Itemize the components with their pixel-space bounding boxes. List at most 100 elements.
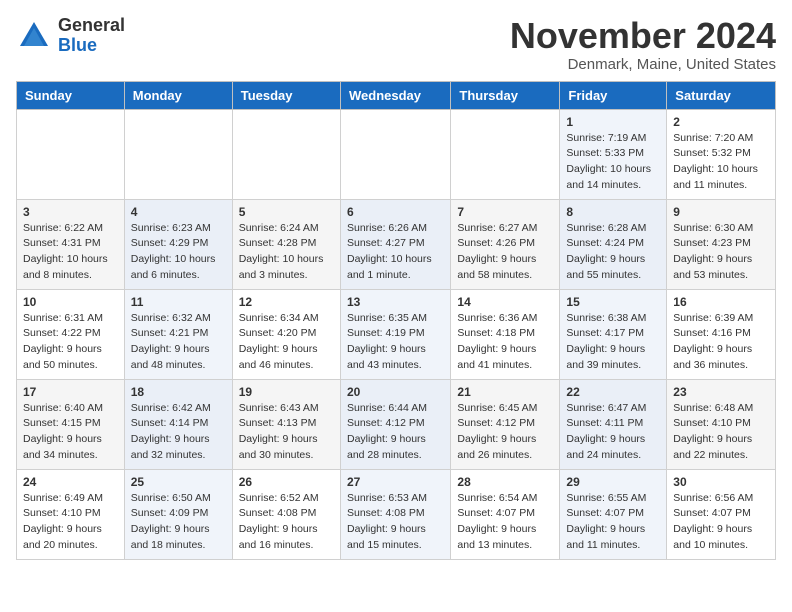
weekday-header-wednesday: Wednesday bbox=[340, 81, 450, 109]
logo-blue-text: Blue bbox=[58, 35, 97, 55]
day-info: Sunrise: 6:56 AM Sunset: 4:07 PM Dayligh… bbox=[673, 492, 753, 551]
logo-icon bbox=[16, 18, 52, 54]
day-info: Sunrise: 6:23 AM Sunset: 4:29 PM Dayligh… bbox=[131, 222, 216, 281]
day-number: 30 bbox=[673, 475, 769, 489]
day-number: 5 bbox=[239, 205, 334, 219]
day-number: 1 bbox=[566, 115, 660, 129]
day-number: 2 bbox=[673, 115, 769, 129]
day-info: Sunrise: 6:30 AM Sunset: 4:23 PM Dayligh… bbox=[673, 222, 753, 281]
week-row-3: 10Sunrise: 6:31 AM Sunset: 4:22 PM Dayli… bbox=[17, 289, 776, 379]
week-row-2: 3 Sunrise: 6:22 AM Sunset: 4:31 PM Daylig… bbox=[17, 199, 776, 289]
week-row-5: 24 Sunrise: 6:49 AM Sunset: 4:10 PM Dayli… bbox=[17, 469, 776, 559]
day-info: Sunrise: 7:20 AM Sunset: 5:32 PM Dayligh… bbox=[673, 132, 758, 191]
day-info: Sunrise: 6:53 AM Sunset: 4:08 PM Dayligh… bbox=[347, 492, 427, 551]
day-number: 26 bbox=[239, 475, 334, 489]
calendar-cell bbox=[451, 109, 560, 199]
calendar-cell: 12Sunrise: 6:34 AM Sunset: 4:20 PM Dayli… bbox=[232, 289, 340, 379]
day-number: 17 bbox=[23, 385, 118, 399]
day-info: Sunrise: 6:54 AM Sunset: 4:07 PM Dayligh… bbox=[457, 492, 537, 551]
day-info: Sunrise: 6:32 AM Sunset: 4:21 PM Dayligh… bbox=[131, 312, 211, 371]
day-number: 27 bbox=[347, 475, 444, 489]
calendar-cell: 20Sunrise: 6:44 AM Sunset: 4:12 PM Dayli… bbox=[340, 379, 450, 469]
calendar-cell: 18 Sunrise: 6:42 AM Sunset: 4:14 PM Dayli… bbox=[124, 379, 232, 469]
day-info: Sunrise: 6:28 AM Sunset: 4:24 PM Dayligh… bbox=[566, 222, 646, 281]
weekday-header-saturday: Saturday bbox=[667, 81, 776, 109]
weekday-header-tuesday: Tuesday bbox=[232, 81, 340, 109]
day-number: 7 bbox=[457, 205, 553, 219]
calendar-cell: 15Sunrise: 6:38 AM Sunset: 4:17 PM Dayli… bbox=[560, 289, 667, 379]
day-number: 14 bbox=[457, 295, 553, 309]
day-number: 8 bbox=[566, 205, 660, 219]
title-block: November 2024 Denmark, Maine, United Sta… bbox=[510, 16, 776, 73]
day-info: Sunrise: 6:35 AM Sunset: 4:19 PM Dayligh… bbox=[347, 312, 427, 371]
day-number: 21 bbox=[457, 385, 553, 399]
day-info: Sunrise: 6:48 AM Sunset: 4:10 PM Dayligh… bbox=[673, 402, 753, 461]
day-number: 11 bbox=[131, 295, 226, 309]
calendar-cell: 6Sunrise: 6:26 AM Sunset: 4:27 PM Daylig… bbox=[340, 199, 450, 289]
logo: General Blue bbox=[16, 16, 125, 56]
day-number: 12 bbox=[239, 295, 334, 309]
day-info: Sunrise: 6:38 AM Sunset: 4:17 PM Dayligh… bbox=[566, 312, 646, 371]
day-number: 9 bbox=[673, 205, 769, 219]
calendar-cell: 17Sunrise: 6:40 AM Sunset: 4:15 PM Dayli… bbox=[17, 379, 125, 469]
day-number: 18 bbox=[131, 385, 226, 399]
calendar-cell: 8 Sunrise: 6:28 AM Sunset: 4:24 PM Daylig… bbox=[560, 199, 667, 289]
day-number: 13 bbox=[347, 295, 444, 309]
day-info: Sunrise: 6:50 AM Sunset: 4:09 PM Dayligh… bbox=[131, 492, 211, 551]
day-number: 29 bbox=[566, 475, 660, 489]
day-info: Sunrise: 6:27 AM Sunset: 4:26 PM Dayligh… bbox=[457, 222, 537, 281]
week-row-1: 1Sunrise: 7:19 AM Sunset: 5:33 PM Daylig… bbox=[17, 109, 776, 199]
day-number: 4 bbox=[131, 205, 226, 219]
day-number: 22 bbox=[566, 385, 660, 399]
calendar-cell: 27 Sunrise: 6:53 AM Sunset: 4:08 PM Dayli… bbox=[340, 469, 450, 559]
day-info: Sunrise: 6:49 AM Sunset: 4:10 PM Dayligh… bbox=[23, 492, 103, 551]
location-text: Denmark, Maine, United States bbox=[510, 56, 776, 73]
day-info: Sunrise: 6:22 AM Sunset: 4:31 PM Dayligh… bbox=[23, 222, 108, 281]
day-info: Sunrise: 6:39 AM Sunset: 4:16 PM Dayligh… bbox=[673, 312, 753, 371]
day-number: 6 bbox=[347, 205, 444, 219]
calendar-cell: 21 Sunrise: 6:45 AM Sunset: 4:12 PM Dayli… bbox=[451, 379, 560, 469]
month-title: November 2024 bbox=[510, 16, 776, 56]
calendar-cell: 22 Sunrise: 6:47 AM Sunset: 4:11 PM Dayli… bbox=[560, 379, 667, 469]
weekday-header-friday: Friday bbox=[560, 81, 667, 109]
weekday-header-thursday: Thursday bbox=[451, 81, 560, 109]
calendar-cell bbox=[232, 109, 340, 199]
calendar-cell: 9 Sunrise: 6:30 AM Sunset: 4:23 PM Daylig… bbox=[667, 199, 776, 289]
day-info: Sunrise: 6:45 AM Sunset: 4:12 PM Dayligh… bbox=[457, 402, 537, 461]
weekday-header-monday: Monday bbox=[124, 81, 232, 109]
calendar-cell bbox=[17, 109, 125, 199]
calendar-cell: 2 Sunrise: 7:20 AM Sunset: 5:32 PM Daylig… bbox=[667, 109, 776, 199]
day-number: 16 bbox=[673, 295, 769, 309]
day-info: Sunrise: 6:47 AM Sunset: 4:11 PM Dayligh… bbox=[566, 402, 646, 461]
calendar-cell bbox=[124, 109, 232, 199]
day-info: Sunrise: 6:44 AM Sunset: 4:12 PM Dayligh… bbox=[347, 402, 427, 461]
calendar-table: SundayMondayTuesdayWednesdayThursdayFrid… bbox=[16, 81, 776, 560]
day-info: Sunrise: 6:43 AM Sunset: 4:13 PM Dayligh… bbox=[239, 402, 319, 461]
calendar-cell: 5 Sunrise: 6:24 AM Sunset: 4:28 PM Daylig… bbox=[232, 199, 340, 289]
calendar-cell: 19Sunrise: 6:43 AM Sunset: 4:13 PM Dayli… bbox=[232, 379, 340, 469]
day-info: Sunrise: 6:52 AM Sunset: 4:08 PM Dayligh… bbox=[239, 492, 319, 551]
calendar-cell: 1Sunrise: 7:19 AM Sunset: 5:33 PM Daylig… bbox=[560, 109, 667, 199]
day-info: Sunrise: 6:42 AM Sunset: 4:14 PM Dayligh… bbox=[131, 402, 211, 461]
day-number: 25 bbox=[131, 475, 226, 489]
logo-general-text: General bbox=[58, 15, 125, 35]
day-number: 28 bbox=[457, 475, 553, 489]
day-number: 23 bbox=[673, 385, 769, 399]
day-info: Sunrise: 6:55 AM Sunset: 4:07 PM Dayligh… bbox=[566, 492, 646, 551]
calendar-cell: 7 Sunrise: 6:27 AM Sunset: 4:26 PM Daylig… bbox=[451, 199, 560, 289]
calendar-cell: 28 Sunrise: 6:54 AM Sunset: 4:07 PM Dayli… bbox=[451, 469, 560, 559]
calendar-cell: 10Sunrise: 6:31 AM Sunset: 4:22 PM Dayli… bbox=[17, 289, 125, 379]
weekday-header-sunday: Sunday bbox=[17, 81, 125, 109]
calendar-cell: 23 Sunrise: 6:48 AM Sunset: 4:10 PM Dayli… bbox=[667, 379, 776, 469]
calendar-cell: 3 Sunrise: 6:22 AM Sunset: 4:31 PM Daylig… bbox=[17, 199, 125, 289]
day-info: Sunrise: 6:31 AM Sunset: 4:22 PM Dayligh… bbox=[23, 312, 103, 371]
day-number: 24 bbox=[23, 475, 118, 489]
calendar-cell: 25 Sunrise: 6:50 AM Sunset: 4:09 PM Dayli… bbox=[124, 469, 232, 559]
week-row-4: 17Sunrise: 6:40 AM Sunset: 4:15 PM Dayli… bbox=[17, 379, 776, 469]
page-header: General Blue November 2024 Denmark, Main… bbox=[16, 16, 776, 73]
day-info: Sunrise: 6:24 AM Sunset: 4:28 PM Dayligh… bbox=[239, 222, 324, 281]
calendar-cell: 4 Sunrise: 6:23 AM Sunset: 4:29 PM Daylig… bbox=[124, 199, 232, 289]
day-number: 3 bbox=[23, 205, 118, 219]
calendar-cell: 13 Sunrise: 6:35 AM Sunset: 4:19 PM Dayli… bbox=[340, 289, 450, 379]
calendar-cell: 14Sunrise: 6:36 AM Sunset: 4:18 PM Dayli… bbox=[451, 289, 560, 379]
